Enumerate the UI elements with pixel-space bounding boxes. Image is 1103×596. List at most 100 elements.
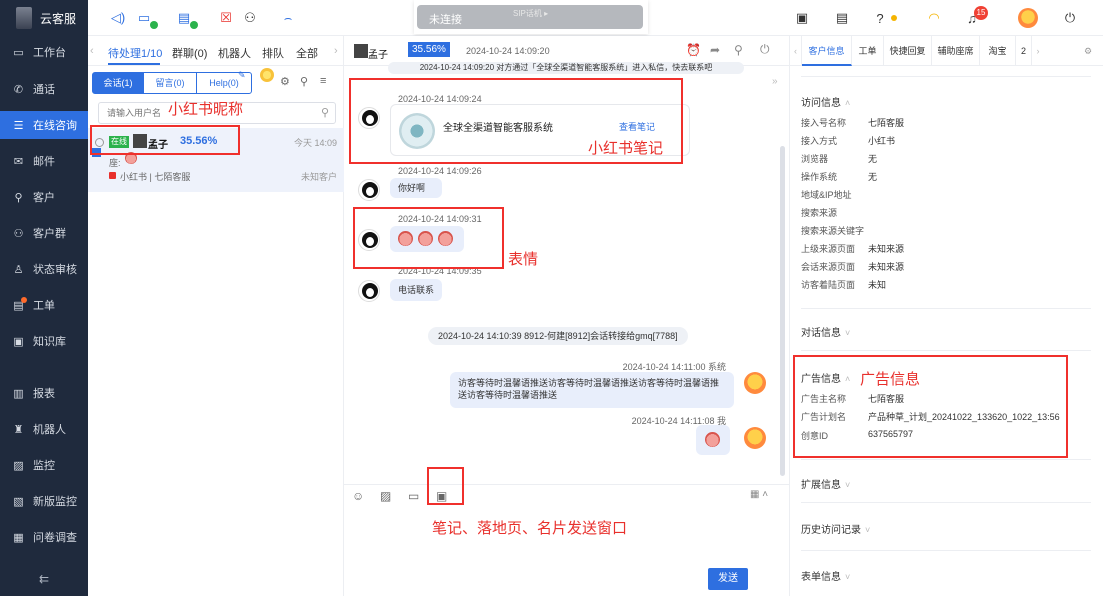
bell-icon[interactable]: ♫ 15: [964, 6, 988, 26]
segment-message[interactable]: 留言(0): [143, 72, 197, 94]
alarm-icon[interactable]: ⏰: [686, 43, 701, 57]
segment-session[interactable]: 会话(1): [92, 72, 144, 94]
filter-icon[interactable]: ≡: [320, 75, 326, 87]
form-info-header[interactable]: 表单信息 ˅: [801, 568, 850, 583]
chat-scrollbar[interactable]: [780, 146, 785, 476]
extended-info-header[interactable]: 扩展信息 ˅: [801, 476, 850, 491]
session-source: 小红书 | 七陌客服: [120, 172, 191, 182]
book-icon: ▣: [13, 335, 24, 348]
visit-value: 无: [868, 154, 878, 164]
sidebar-item-new-monitor[interactable]: ▧ 新版监控: [0, 487, 88, 515]
section-divider: [801, 350, 1091, 351]
volume-icon[interactable]: ◁): [110, 10, 126, 26]
sidebar-item-robot[interactable]: ♜ 机器人: [0, 415, 88, 443]
top-bar: ◁) ▭ ▤ ☒ ⚇ ⌢ 未连接 SIP话机 ▸ ▣ ▤ ? ◠ ♫ 15 ⏻: [88, 0, 1103, 36]
share-icon[interactable]: ➦: [710, 43, 720, 57]
annotation-box-emoji: [353, 207, 504, 269]
gear-icon[interactable]: ⚙: [280, 75, 290, 88]
message-bubble: 你好啊: [390, 178, 442, 198]
right-tabs-prev-icon[interactable]: ‹: [790, 36, 802, 66]
chat-header-time: 2024-10-24 14:09:20: [466, 46, 550, 56]
more-tools-icon[interactable]: ▦ ˄: [750, 489, 768, 500]
visit-key: 浏览器: [801, 154, 829, 164]
tab-customer-info[interactable]: 客户信息: [802, 36, 852, 66]
message-time: 2024-10-24 14:09:26: [398, 166, 482, 176]
end-session-icon[interactable]: ⏻: [760, 42, 770, 57]
notification-badge: 15: [974, 6, 988, 20]
sidebar-item-survey[interactable]: ▦ 问卷调查: [0, 523, 88, 551]
settings-icon[interactable]: ⚙: [1076, 36, 1100, 66]
form-status-icon[interactable]: ▤: [176, 10, 198, 29]
tab-assist-seat[interactable]: 辅助座席: [932, 36, 980, 66]
session-seat: 座:: [109, 158, 121, 168]
chevron-down-icon: ˅: [845, 572, 851, 582]
new-monitor-icon: ▧: [13, 495, 24, 508]
help-icon[interactable]: ?: [872, 10, 888, 26]
visit-key: 上级来源页面: [801, 244, 856, 254]
sidebar-item-customer-group[interactable]: ⚇ 客户群: [0, 219, 88, 247]
tab-robot[interactable]: 机器人: [218, 45, 251, 61]
sidebar-item-knowledge[interactable]: ▣ 知识库: [0, 327, 88, 355]
tab-queue[interactable]: 排队: [262, 45, 284, 61]
section-divider: [801, 308, 1091, 309]
agent-avatar[interactable]: [1018, 8, 1038, 28]
session-customer-tag: 未知客户: [301, 172, 338, 182]
sip-connect-button[interactable]: 未连接 SIP话机 ▸: [417, 5, 643, 29]
chevron-down-icon: ˅: [845, 480, 851, 490]
notes-icon[interactable]: ▤: [834, 10, 850, 26]
sidebar-item-online-chat[interactable]: ☰ 在线咨询: [0, 111, 88, 139]
tab-group-chat[interactable]: 群聊(0): [172, 45, 207, 61]
visit-key: 搜索来源: [801, 208, 838, 218]
help-edit-icon[interactable]: ✎: [238, 70, 246, 81]
brand-name: 云客服: [40, 11, 77, 26]
sidebar-item-workbench[interactable]: ▭ 工作台: [0, 38, 88, 66]
send-button[interactable]: 发送: [708, 568, 748, 590]
visit-history-header[interactable]: 历史访问记录 ˅: [801, 521, 870, 536]
sidebar-item-mail[interactable]: ✉ 邮件: [0, 147, 88, 175]
visit-value: 无: [868, 172, 878, 182]
dialog-info-header[interactable]: 对话信息 ˅: [801, 324, 850, 339]
tab-ticket[interactable]: 工单: [852, 36, 884, 66]
headset-icon[interactable]: ⌢: [280, 10, 296, 26]
tab-all[interactable]: 全部: [296, 45, 318, 61]
scan-icon[interactable]: ▣: [794, 10, 810, 26]
tab-pending[interactable]: 待处理1/10: [108, 45, 162, 61]
search-icon[interactable]: ⚲: [300, 75, 308, 88]
emoji-picker-icon[interactable]: ☺: [352, 489, 364, 503]
image-icon[interactable]: ▨: [380, 489, 391, 503]
customer-info-panel: ‹ 客户信息 工单 快捷回复 辅助座席 淘宝 2 › ⚙ 访问信息 ˄ 接入号名称…: [790, 36, 1103, 596]
sidebar-item-call[interactable]: ✆ 通话: [0, 75, 88, 103]
chevron-down-icon: ˅: [845, 328, 851, 338]
chevron-up-icon: ˄: [845, 98, 851, 108]
sidebar-collapse-button[interactable]: ⇇: [0, 572, 88, 586]
sidebar-item-monitor[interactable]: ▨ 监控: [0, 451, 88, 479]
sidebar-item-status-audit[interactable]: ♙ 状态审核: [0, 255, 88, 283]
add-user-icon[interactable]: ⚲: [734, 43, 743, 57]
online-status-dot: [190, 21, 198, 29]
visit-key: 接入号名称: [801, 118, 847, 128]
power-icon[interactable]: ⏻: [1062, 10, 1078, 26]
annotation-note: 小红书笔记: [588, 139, 664, 157]
sidebar-item-customer[interactable]: ⚲ 客户: [0, 183, 88, 211]
sidebar-item-report[interactable]: ▥ 报表: [0, 379, 88, 407]
users-icon[interactable]: ⚇: [242, 10, 258, 26]
message-status-icon[interactable]: ▭: [136, 10, 158, 29]
visit-key: 访客着陆页面: [801, 280, 856, 290]
right-tabs-next-icon[interactable]: ›: [1032, 36, 1044, 66]
tab-more[interactable]: 2: [1016, 36, 1032, 66]
folder-icon[interactable]: ▭: [408, 489, 419, 503]
tabs-prev-icon[interactable]: ‹: [90, 45, 94, 57]
sun-status-icon[interactable]: [260, 68, 274, 82]
visit-info-header[interactable]: 访问信息 ˄: [801, 94, 850, 109]
visitor-avatar: [358, 280, 380, 302]
tab-taobao[interactable]: 淘宝: [980, 36, 1016, 66]
chat-visitor-score: 35.56%: [408, 42, 450, 57]
tabs-next-icon[interactable]: ›: [334, 45, 338, 57]
mail-status-icon[interactable]: ☒: [218, 10, 234, 26]
annotation-ad: 广告信息: [860, 370, 921, 388]
tab-quick-reply[interactable]: 快捷回复: [884, 36, 932, 66]
visit-value: 七陌客服: [868, 118, 905, 128]
expand-panel-icon[interactable]: »: [772, 76, 778, 87]
sidebar-item-ticket[interactable]: ▤ 工单: [0, 291, 88, 319]
search-input-icon: ⚲: [320, 107, 329, 119]
